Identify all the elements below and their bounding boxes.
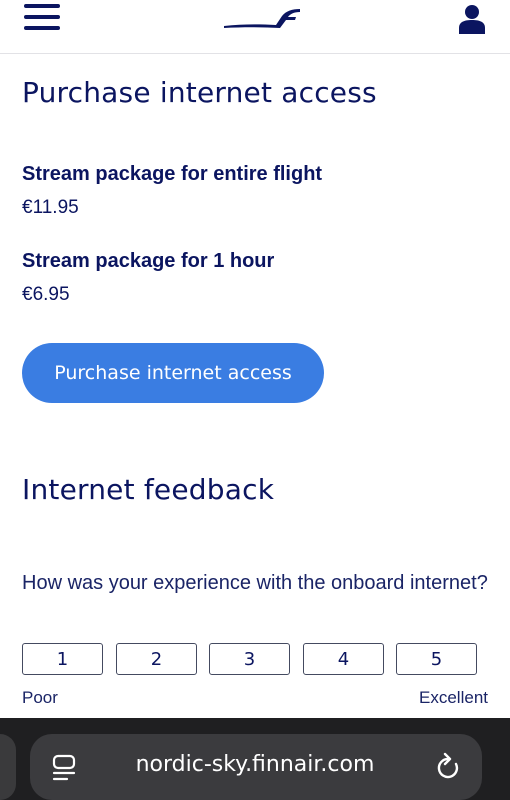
package-name: Stream package for 1 hour	[22, 250, 275, 272]
package-price: €11.95	[22, 197, 79, 218]
reload-icon[interactable]	[434, 752, 462, 782]
browser-address-bar: nordic-sky.finnair.com	[0, 718, 510, 800]
finnair-logo[interactable]	[222, 6, 302, 32]
package-name: Stream package for entire flight	[22, 163, 323, 185]
top-navigation-bar	[0, 0, 510, 54]
rating-button-1[interactable]: 1	[22, 643, 103, 675]
hamburger-menu-icon[interactable]	[24, 4, 60, 30]
purchase-section-title: Purchase internet access	[22, 76, 377, 109]
url-text: nordic-sky.finnair.com	[135, 752, 375, 777]
rating-low-label: Poor	[22, 688, 58, 707]
rating-button-2[interactable]: 2	[116, 643, 197, 675]
user-icon[interactable]	[458, 4, 486, 34]
feedback-question: How was your experience with the onboard…	[22, 572, 488, 594]
package-price: €6.95	[22, 284, 70, 305]
url-field[interactable]: nordic-sky.finnair.com	[30, 734, 482, 800]
rating-button-4[interactable]: 4	[303, 643, 384, 675]
rating-scale: 1 2 3 4 5	[22, 643, 482, 675]
rating-high-label: Excellent	[419, 688, 488, 707]
rating-button-3[interactable]: 3	[209, 643, 290, 675]
feedback-section-title: Internet feedback	[22, 473, 275, 506]
reader-mode-icon[interactable]	[52, 754, 76, 782]
rating-button-5[interactable]: 5	[396, 643, 477, 675]
previous-tab-edge[interactable]	[0, 734, 16, 800]
purchase-internet-button[interactable]: Purchase internet access	[22, 343, 324, 403]
